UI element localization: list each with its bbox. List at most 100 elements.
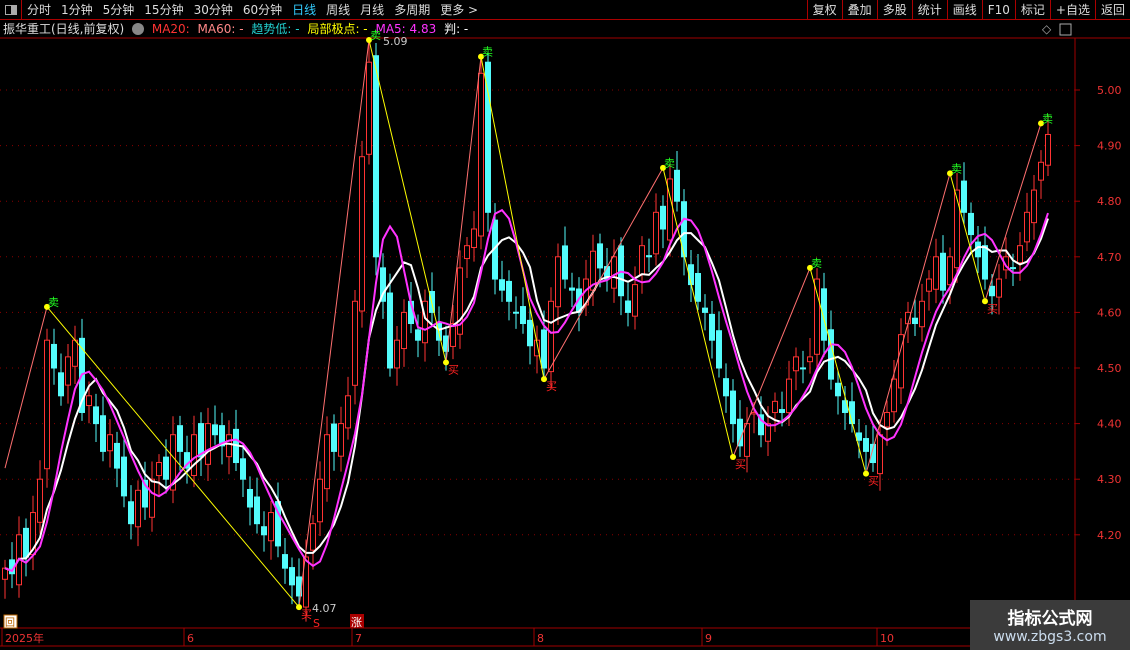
y-tick-label: 5.00 [1097,84,1122,97]
candle-body [1045,133,1051,166]
buy-marker: 买 [546,380,557,393]
candle-body [310,523,316,551]
back-badge-text: 回 [5,617,15,629]
candle-body [72,339,78,367]
candle-body [107,434,113,452]
candle-body [268,512,274,542]
candle-body [93,406,99,425]
candle-body [149,478,155,518]
sell-marker: 卖 [1042,112,1053,125]
candle-body [695,273,701,302]
candle-body [415,329,421,341]
candle-body [226,434,232,458]
candle-body [1010,267,1016,270]
candle-body [961,180,967,213]
candle-body [464,245,470,260]
candle-body [23,527,29,558]
candle-body [86,395,92,407]
buy-marker: 买 [735,458,746,471]
candle-body [702,307,708,313]
x-tick-label: 6 [187,632,194,645]
watermark-title: 指标公式网 [1007,609,1093,629]
candle-body [835,382,841,397]
panel-icon [1059,23,1072,36]
y-tick-label: 4.30 [1097,473,1122,486]
candle-body [338,423,344,457]
candle-body [744,423,750,457]
candle-body [135,489,141,528]
candle-body [716,330,722,369]
candle-body [247,488,253,508]
candle-body [730,390,736,425]
candle-body [940,252,946,291]
candle-body [205,423,211,465]
candle-body [737,418,743,447]
candle-body [996,278,1002,298]
candle-body [863,438,869,452]
candle-body [520,306,526,325]
diamond-icon: ◇ [1042,22,1052,36]
candle-body [933,256,939,290]
candle-body [555,256,561,308]
candle-body [478,72,484,237]
candle-body [352,300,358,386]
candle-body [926,278,932,292]
candle-body [156,462,162,477]
candle-body [982,245,988,280]
sell-marker: 卖 [951,162,962,175]
candle-body [471,228,477,248]
candle-body [1038,161,1044,181]
x-tick-label: 8 [537,632,544,645]
candle-body [44,339,50,470]
candle-body [65,356,71,386]
candle-body [513,311,519,314]
candle-body [58,372,64,397]
buy-marker: 买 [987,302,998,315]
candle-body [1031,189,1037,224]
low-price-label: 4.07 [312,602,337,615]
candle-body [254,496,260,525]
candle-body [709,313,715,341]
candle-body [884,411,890,428]
y-tick-label: 4.90 [1097,140,1122,153]
candle-body [632,284,638,317]
candle-body [856,432,862,441]
x-tick-label: 10 [880,632,894,645]
candle-body [954,189,960,269]
zigzag-segment [4,306,48,469]
x-tick-label: 9 [705,632,712,645]
candle-body [814,278,820,355]
sell-marker: 卖 [664,157,675,170]
candle-body [100,415,106,452]
zigzag-segment [543,167,664,380]
x-tick-label: 7 [355,632,362,645]
sell-marker: 卖 [370,29,381,42]
candle-body [394,339,400,369]
candle-body [1024,211,1030,243]
s-signal-badge: S [313,617,320,630]
y-tick-label: 4.60 [1097,306,1122,319]
sell-marker: 卖 [482,46,493,59]
candle-body [331,423,337,452]
candle-body [289,567,295,586]
buy-marker: 买 [448,363,459,376]
candle-body [261,526,267,536]
candle-body [548,300,554,373]
zigzag-segment [480,56,545,380]
buy-marker: 买 [301,608,312,621]
candle-body [625,300,631,313]
candle-body [646,255,652,258]
y-tick-label: 4.70 [1097,251,1122,264]
candle-body [37,478,43,523]
candle-body [660,205,666,230]
candle-body [786,378,792,414]
candle-body [947,256,953,286]
y-tick-label: 4.50 [1097,362,1122,375]
candle-body [359,156,365,312]
candle-body [1017,245,1023,264]
watermark-url: www.zbgs3.com [993,629,1107,645]
y-tick-label: 4.40 [1097,418,1122,431]
candle-body [51,343,57,369]
candlestick-chart[interactable]: 5.00 4.90 4.80 4.70 4.60 4.50 4.40 4.30 4.20 2025… [0,0,1130,650]
buy-marker: 买 [868,475,879,488]
